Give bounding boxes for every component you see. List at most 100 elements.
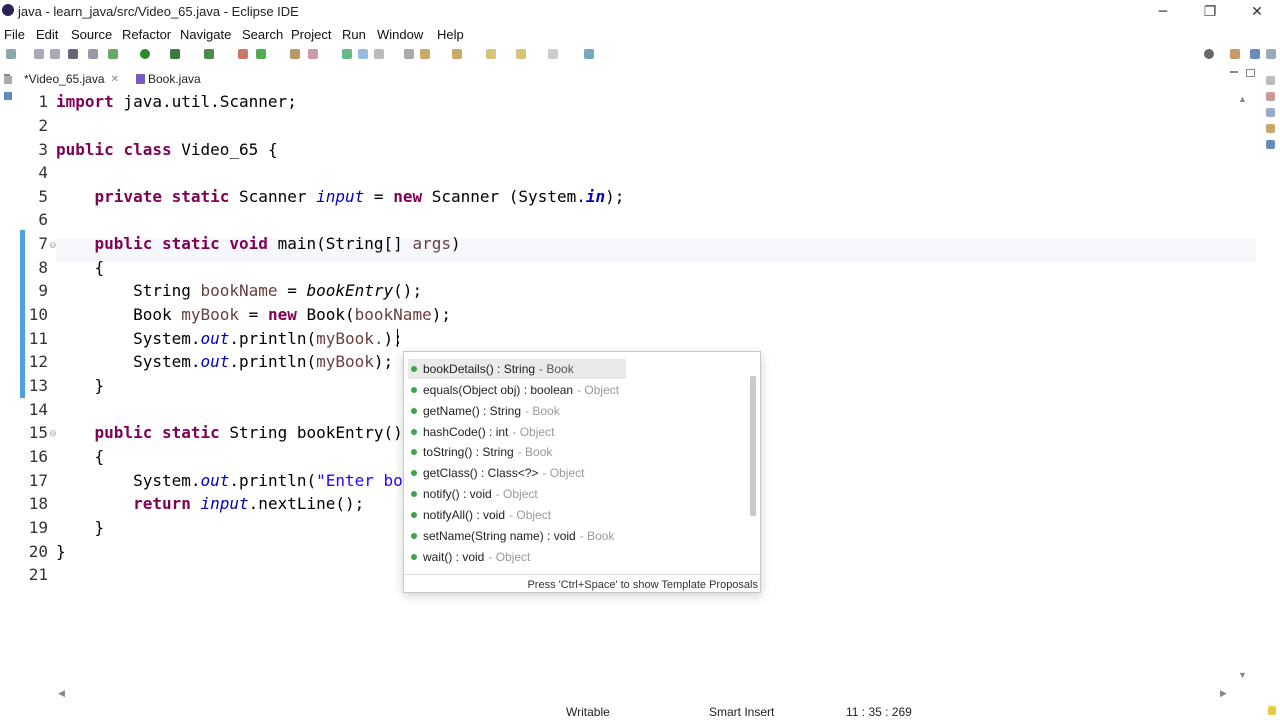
proposal-item[interactable]: toString() : String - Book — [408, 442, 626, 462]
prev-annotation-icon[interactable] — [452, 49, 462, 59]
code-line-7: public static void main(String[] args) — [94, 234, 461, 253]
back-icon[interactable] — [516, 49, 526, 59]
restore-view-icon[interactable] — [4, 76, 12, 84]
line-number: 4 — [38, 163, 48, 182]
search-icon[interactable] — [1204, 49, 1214, 59]
new-class-icon[interactable] — [256, 49, 266, 59]
run-icon[interactable] — [140, 49, 150, 59]
save-all-icon[interactable] — [50, 49, 60, 59]
public-method-icon — [411, 491, 417, 497]
status-writable: Writable — [566, 705, 610, 719]
content-assist-popup: bookDetails() : String - Book equals(Obj… — [403, 351, 761, 593]
menu-bar: File Edit Source Refactor Navigate Searc… — [0, 24, 1280, 44]
scroll-left-icon[interactable]: ◀ — [58, 688, 65, 699]
tab-book[interactable]: Book.java — [136, 72, 201, 86]
code-line-20: } — [56, 542, 66, 561]
problems-icon[interactable] — [1266, 124, 1275, 133]
text-cursor — [397, 329, 398, 347]
skip-breakpoints-icon[interactable] — [88, 49, 98, 59]
menu-edit[interactable]: Edit — [36, 27, 58, 42]
line-number: 13 — [28, 376, 48, 395]
proposal-item[interactable]: setName(String name) : void - Book — [408, 526, 626, 546]
proposal-item[interactable]: equals(Object obj) : boolean - Object — [408, 380, 626, 400]
show-whitespace-icon[interactable] — [404, 49, 414, 59]
restore-button[interactable]: ❐ — [1187, 0, 1233, 24]
close-button[interactable]: ✕ — [1234, 0, 1280, 24]
minimize-editor-icon[interactable] — [1230, 71, 1238, 73]
proposal-item[interactable]: getClass() : Class<?> - Object — [408, 463, 626, 483]
open-type-icon[interactable] — [290, 49, 300, 59]
scroll-down-icon[interactable]: ▼ — [1238, 670, 1247, 680]
task-list-icon[interactable] — [1266, 108, 1275, 117]
save-icon[interactable] — [34, 49, 44, 59]
menu-file[interactable]: File — [4, 27, 25, 42]
menu-run[interactable]: Run — [342, 27, 366, 42]
code-line-10: Book myBook = new Book(bookName); — [56, 305, 451, 324]
proposal-item[interactable]: notify() : void - Object — [408, 484, 626, 504]
word-wrap-icon[interactable] — [374, 49, 384, 59]
menu-window[interactable]: Window — [377, 27, 423, 42]
main-toolbar — [0, 44, 1280, 66]
code-line-5: private static Scanner input = new Scann… — [94, 187, 625, 206]
status-bar: Writable Smart Insert 11 : 35 : 269 — [0, 700, 1280, 720]
scroll-up-icon[interactable]: ▲ — [1238, 94, 1247, 104]
new-java-project-icon[interactable] — [238, 49, 248, 59]
public-method-icon — [411, 533, 417, 539]
line-number: 5 — [38, 187, 48, 206]
restore-icon[interactable] — [1266, 76, 1275, 85]
next-annotation-icon[interactable] — [420, 49, 430, 59]
code-line-8: { — [56, 258, 105, 277]
debug-icon[interactable] — [108, 49, 118, 59]
public-method-icon — [411, 429, 417, 435]
status-insert-mode: Smart Insert — [709, 705, 775, 719]
new-icon[interactable] — [6, 49, 16, 59]
print-icon[interactable] — [68, 49, 78, 59]
line-number: 2 — [38, 116, 48, 135]
proposal-item[interactable]: wait() : void - Object — [408, 547, 626, 567]
code-line-11: System.out.println(myBook.); — [56, 329, 403, 348]
close-icon[interactable]: ✕ — [111, 74, 119, 85]
coverage-icon[interactable] — [170, 49, 180, 59]
proposal-item[interactable]: notifyAll() : void - Object — [408, 505, 626, 525]
external-tools-icon[interactable] — [204, 49, 214, 59]
line-number: 21 — [28, 565, 48, 584]
menu-navigate[interactable]: Navigate — [180, 27, 231, 42]
console-icon[interactable] — [1266, 140, 1275, 149]
public-method-icon — [411, 470, 417, 476]
maximize-editor-icon[interactable] — [1246, 69, 1255, 77]
proposal-item[interactable]: hashCode() : int - Object — [408, 422, 626, 442]
annotation-icon[interactable] — [358, 49, 368, 59]
debug-perspective-icon[interactable] — [1266, 49, 1276, 59]
public-method-icon — [411, 366, 417, 372]
code-line-1: import java.util.Scanner; — [56, 92, 297, 111]
tab-video-65[interactable]: *Video_65.java ✕ — [24, 72, 119, 86]
search-tool-icon[interactable] — [308, 49, 318, 59]
package-explorer-icon[interactable] — [4, 92, 12, 100]
code-line-12: System.out.println(myBook); — [56, 352, 394, 371]
outline-icon[interactable] — [1266, 92, 1275, 101]
window-title: java - learn_java/src/Video_65.java - Ec… — [18, 4, 299, 19]
pin-editor-icon[interactable] — [584, 49, 594, 59]
scroll-right-icon[interactable]: ▶ — [1220, 688, 1227, 699]
tip-bulb-icon[interactable] — [1268, 706, 1276, 715]
line-number: 18 — [28, 494, 48, 513]
line-number: 10 — [28, 305, 48, 324]
menu-search[interactable]: Search — [242, 27, 283, 42]
menu-project[interactable]: Project — [291, 27, 331, 42]
menu-refactor[interactable]: Refactor — [122, 27, 171, 42]
java-perspective-icon[interactable] — [1250, 49, 1260, 59]
popup-scrollbar[interactable] — [750, 376, 756, 516]
toggle-mark-icon[interactable] — [342, 49, 352, 59]
last-edit-icon[interactable] — [486, 49, 496, 59]
proposal-item[interactable]: getName() : String - Book — [408, 401, 626, 421]
forward-icon[interactable] — [548, 49, 558, 59]
proposal-item[interactable]: bookDetails() : String - Book — [408, 359, 626, 379]
code-line-15: public static String bookEntry() — [94, 423, 403, 442]
line-number: 11 — [28, 329, 48, 348]
public-method-icon — [411, 512, 417, 518]
open-perspective-icon[interactable] — [1230, 49, 1240, 59]
menu-source[interactable]: Source — [71, 27, 112, 42]
menu-help[interactable]: Help — [437, 27, 464, 42]
minimize-button[interactable]: ─ — [1140, 0, 1186, 24]
line-number: 3 — [38, 140, 48, 159]
